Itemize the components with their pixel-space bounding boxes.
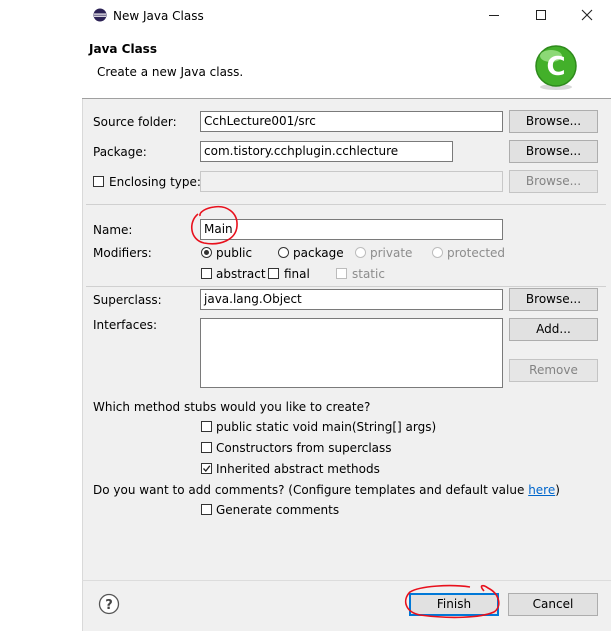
configure-templates-link[interactable]: here (528, 483, 555, 497)
public-radio[interactable] (201, 247, 212, 258)
static-checkbox (336, 268, 347, 279)
background-area (0, 0, 82, 631)
name-label: Name: (93, 223, 133, 237)
superclass-browse-button[interactable]: Browse... (509, 288, 598, 311)
logo-letter: C (546, 52, 565, 82)
minimize-icon (489, 15, 499, 16)
section-separator (86, 204, 606, 205)
package-radio-label: package (293, 246, 344, 260)
wizard-header: Java Class Create a new Java class. C (82, 30, 611, 98)
source-folder-field[interactable]: CchLecture001/src (200, 111, 503, 132)
main-method-label: public static void main(String[] args) (216, 420, 437, 434)
header-subtitle: Create a new Java class. (97, 65, 244, 79)
comments-question: Do you want to add comments? (Configure … (93, 483, 560, 497)
maximize-button[interactable] (526, 0, 556, 30)
close-icon (581, 9, 593, 21)
source-folder-label: Source folder: (93, 115, 177, 129)
superclass-label: Superclass: (93, 293, 162, 307)
static-label: static (352, 267, 385, 281)
maximize-icon (536, 10, 546, 20)
name-field[interactable]: Main (200, 219, 503, 240)
inherited-methods-label: Inherited abstract methods (216, 462, 380, 476)
package-field[interactable]: com.tistory.cchplugin.cchlecture (200, 141, 453, 162)
checkmark-icon (203, 465, 211, 473)
protected-radio-label: protected (447, 246, 506, 260)
inherited-methods-checkbox[interactable] (201, 463, 212, 474)
help-icon[interactable]: ? (98, 593, 120, 615)
private-radio (355, 247, 366, 258)
finish-button[interactable]: Finish (409, 593, 499, 616)
header-separator (82, 98, 611, 99)
eclipse-icon (93, 8, 107, 22)
public-radio-label: public (216, 246, 253, 260)
comments-question-suffix: ) (555, 483, 560, 497)
enclosing-type-field (200, 171, 503, 192)
abstract-label: abstract (216, 267, 266, 281)
comments-question-text: Do you want to add comments? (Configure … (93, 483, 529, 497)
close-button[interactable] (572, 0, 602, 30)
method-stubs-question: Which method stubs would you like to cre… (93, 400, 371, 414)
title-bar: New Java Class (82, 0, 611, 30)
package-radio[interactable] (278, 247, 289, 258)
abstract-checkbox[interactable] (201, 268, 212, 279)
minimize-button[interactable] (479, 0, 509, 30)
source-folder-browse-button[interactable]: Browse... (509, 110, 598, 133)
cancel-button[interactable]: Cancel (508, 593, 598, 616)
interfaces-add-button[interactable]: Add... (509, 318, 598, 341)
constructors-label: Constructors from superclass (216, 441, 392, 455)
final-label: final (284, 267, 310, 281)
footer-separator (82, 580, 611, 581)
section-separator-2 (86, 286, 606, 287)
constructors-checkbox[interactable] (201, 442, 212, 453)
final-checkbox[interactable] (268, 268, 279, 279)
java-class-logo-icon: C (535, 45, 577, 90)
modifiers-label: Modifiers: (93, 246, 152, 260)
enclosing-type-label: Enclosing type: (109, 175, 201, 189)
package-label: Package: (93, 145, 147, 159)
protected-radio (432, 247, 443, 258)
generate-comments-label: Generate comments (216, 503, 340, 517)
interfaces-label: Interfaces: (93, 318, 158, 332)
main-method-checkbox[interactable] (201, 421, 212, 432)
enclosing-type-browse-button: Browse... (509, 170, 598, 193)
interfaces-list[interactable] (200, 318, 503, 388)
header-title: Java Class (89, 42, 157, 56)
window-title: New Java Class (113, 9, 204, 23)
superclass-field[interactable]: java.lang.Object (200, 289, 503, 310)
private-radio-label: private (370, 246, 413, 260)
enclosing-type-checkbox[interactable] (93, 176, 104, 187)
interfaces-remove-button: Remove (509, 359, 598, 382)
svg-text:?: ? (105, 598, 113, 613)
package-browse-button[interactable]: Browse... (509, 140, 598, 163)
generate-comments-checkbox[interactable] (201, 504, 212, 515)
